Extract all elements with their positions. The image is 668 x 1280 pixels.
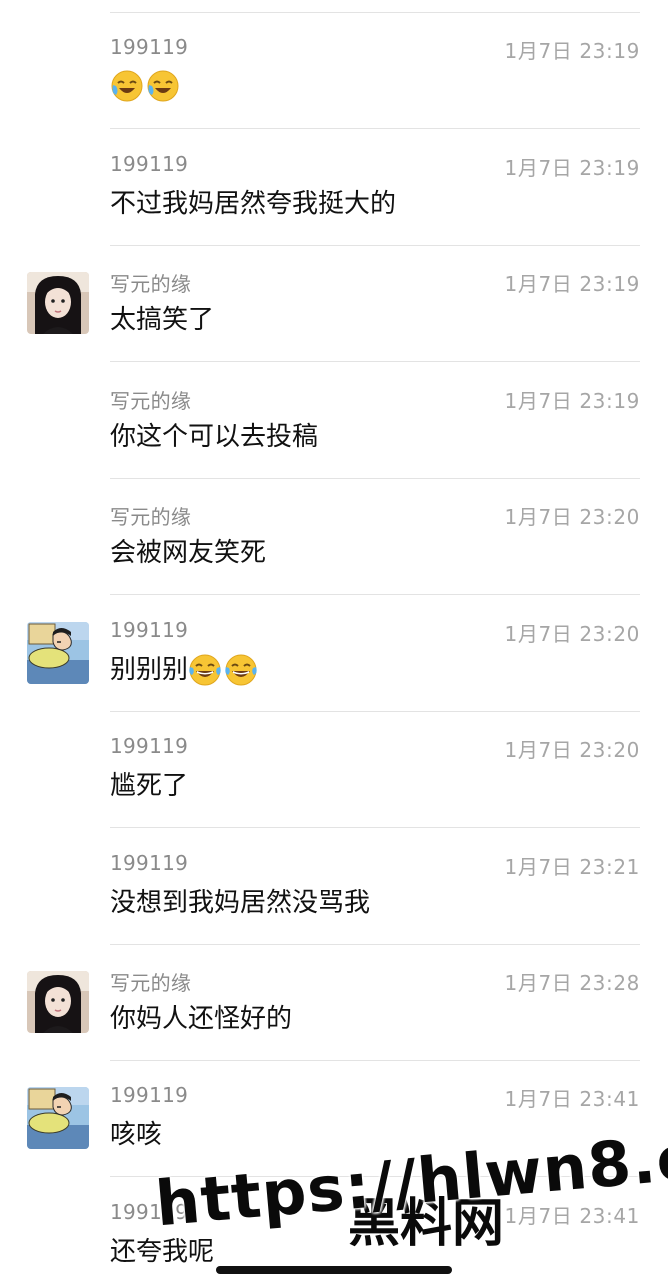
message-time: 1月7日 23:20 — [504, 622, 640, 646]
sender-name: 199119 — [110, 152, 189, 176]
message-text: 不过我妈居然夸我挺大的 — [110, 189, 397, 219]
girl-avatar-icon — [27, 272, 89, 334]
avatar[interactable] — [27, 622, 89, 684]
tears-of-joy-emoji-icon — [225, 654, 257, 686]
tears-of-joy-emoji-icon — [189, 654, 221, 686]
divider — [110, 594, 640, 595]
girl-avatar-icon — [27, 971, 89, 1033]
message-row[interactable]: 写元的缘 1月7日 23:19 太搞笑了 — [0, 246, 668, 362]
cartoon-avatar-icon — [27, 1087, 89, 1149]
message-row[interactable]: 199119 1月7日 23:41 还夸我呢 — [0, 1178, 668, 1280]
message-text: 尴死了 — [110, 771, 189, 801]
divider — [110, 827, 640, 828]
sender-name: 199119 — [110, 35, 189, 59]
message-row[interactable]: 199119 1月7日 23:19 不过我妈居然夸我挺大的 — [0, 130, 668, 246]
message-time: 1月7日 23:19 — [504, 39, 640, 63]
message-time: 1月7日 23:41 — [504, 1087, 640, 1111]
divider — [110, 128, 640, 129]
sender-name: 写元的缘 — [110, 505, 192, 529]
divider — [110, 1176, 640, 1177]
message-row[interactable]: 199119 1月7日 23:20 别别别 — [0, 596, 668, 712]
message-time: 1月7日 23:20 — [504, 505, 640, 529]
sender-name: 写元的缘 — [110, 389, 192, 413]
home-indicator[interactable] — [216, 1266, 452, 1274]
message-time: 1月7日 23:20 — [504, 738, 640, 762]
message-time: 1月7日 23:19 — [504, 156, 640, 180]
message-text: 你这个可以去投稿 — [110, 422, 319, 452]
message-row[interactable]: 写元的缘 1月7日 23:19 你这个可以去投稿 — [0, 363, 668, 479]
message-text: 还夸我呢 — [110, 1237, 215, 1267]
message-row[interactable]: 写元的缘 1月7日 23:28 你妈人还怪好的 — [0, 945, 668, 1061]
message-time: 1月7日 23:21 — [504, 855, 640, 879]
crying-laughing-emoji-icon — [147, 70, 179, 102]
avatar[interactable] — [27, 971, 89, 1033]
sender-name: 199119 — [110, 1200, 189, 1224]
sender-name: 199119 — [110, 734, 189, 758]
message-row[interactable]: 199119 1月7日 23:41 咳咳 — [0, 1061, 668, 1177]
message-row[interactable]: 写元的缘 1月7日 23:20 会被网友笑死 — [0, 479, 668, 595]
message-content: 别别别 — [110, 652, 260, 688]
sender-name: 199119 — [110, 851, 189, 875]
avatar[interactable] — [27, 272, 89, 334]
crying-laughing-emoji-icon — [111, 70, 143, 102]
message-text: 会被网友笑死 — [110, 538, 267, 568]
cartoon-avatar-icon — [27, 622, 89, 684]
message-row[interactable]: 199119 1月7日 23:21 没想到我妈居然没骂我 — [0, 829, 668, 945]
message-time: 1月7日 23:41 — [504, 1204, 640, 1228]
message-time: 1月7日 23:19 — [504, 389, 640, 413]
message-row[interactable]: 199119 1月7日 23:20 尴死了 — [0, 712, 668, 828]
divider — [110, 361, 640, 362]
sender-name: 199119 — [110, 618, 189, 642]
message-text: 别别别 — [110, 655, 189, 685]
message-text: 咳咳 — [110, 1120, 163, 1150]
message-text: 没想到我妈居然没骂我 — [110, 888, 371, 918]
chat-message-list: 199119 1月7日 23:19 199119 1月7日 23:19 不过我妈… — [0, 0, 668, 1280]
message-time: 1月7日 23:19 — [504, 272, 640, 296]
message-time: 1月7日 23:28 — [504, 971, 640, 995]
sender-name: 写元的缘 — [110, 272, 192, 296]
message-row[interactable]: 199119 1月7日 23:19 — [0, 13, 668, 129]
sender-name: 199119 — [110, 1083, 189, 1107]
sender-name: 写元的缘 — [110, 971, 192, 995]
avatar[interactable] — [27, 1087, 89, 1149]
message-text: 你妈人还怪好的 — [110, 1004, 293, 1034]
message-text: 太搞笑了 — [110, 305, 215, 335]
message-content — [110, 69, 182, 103]
